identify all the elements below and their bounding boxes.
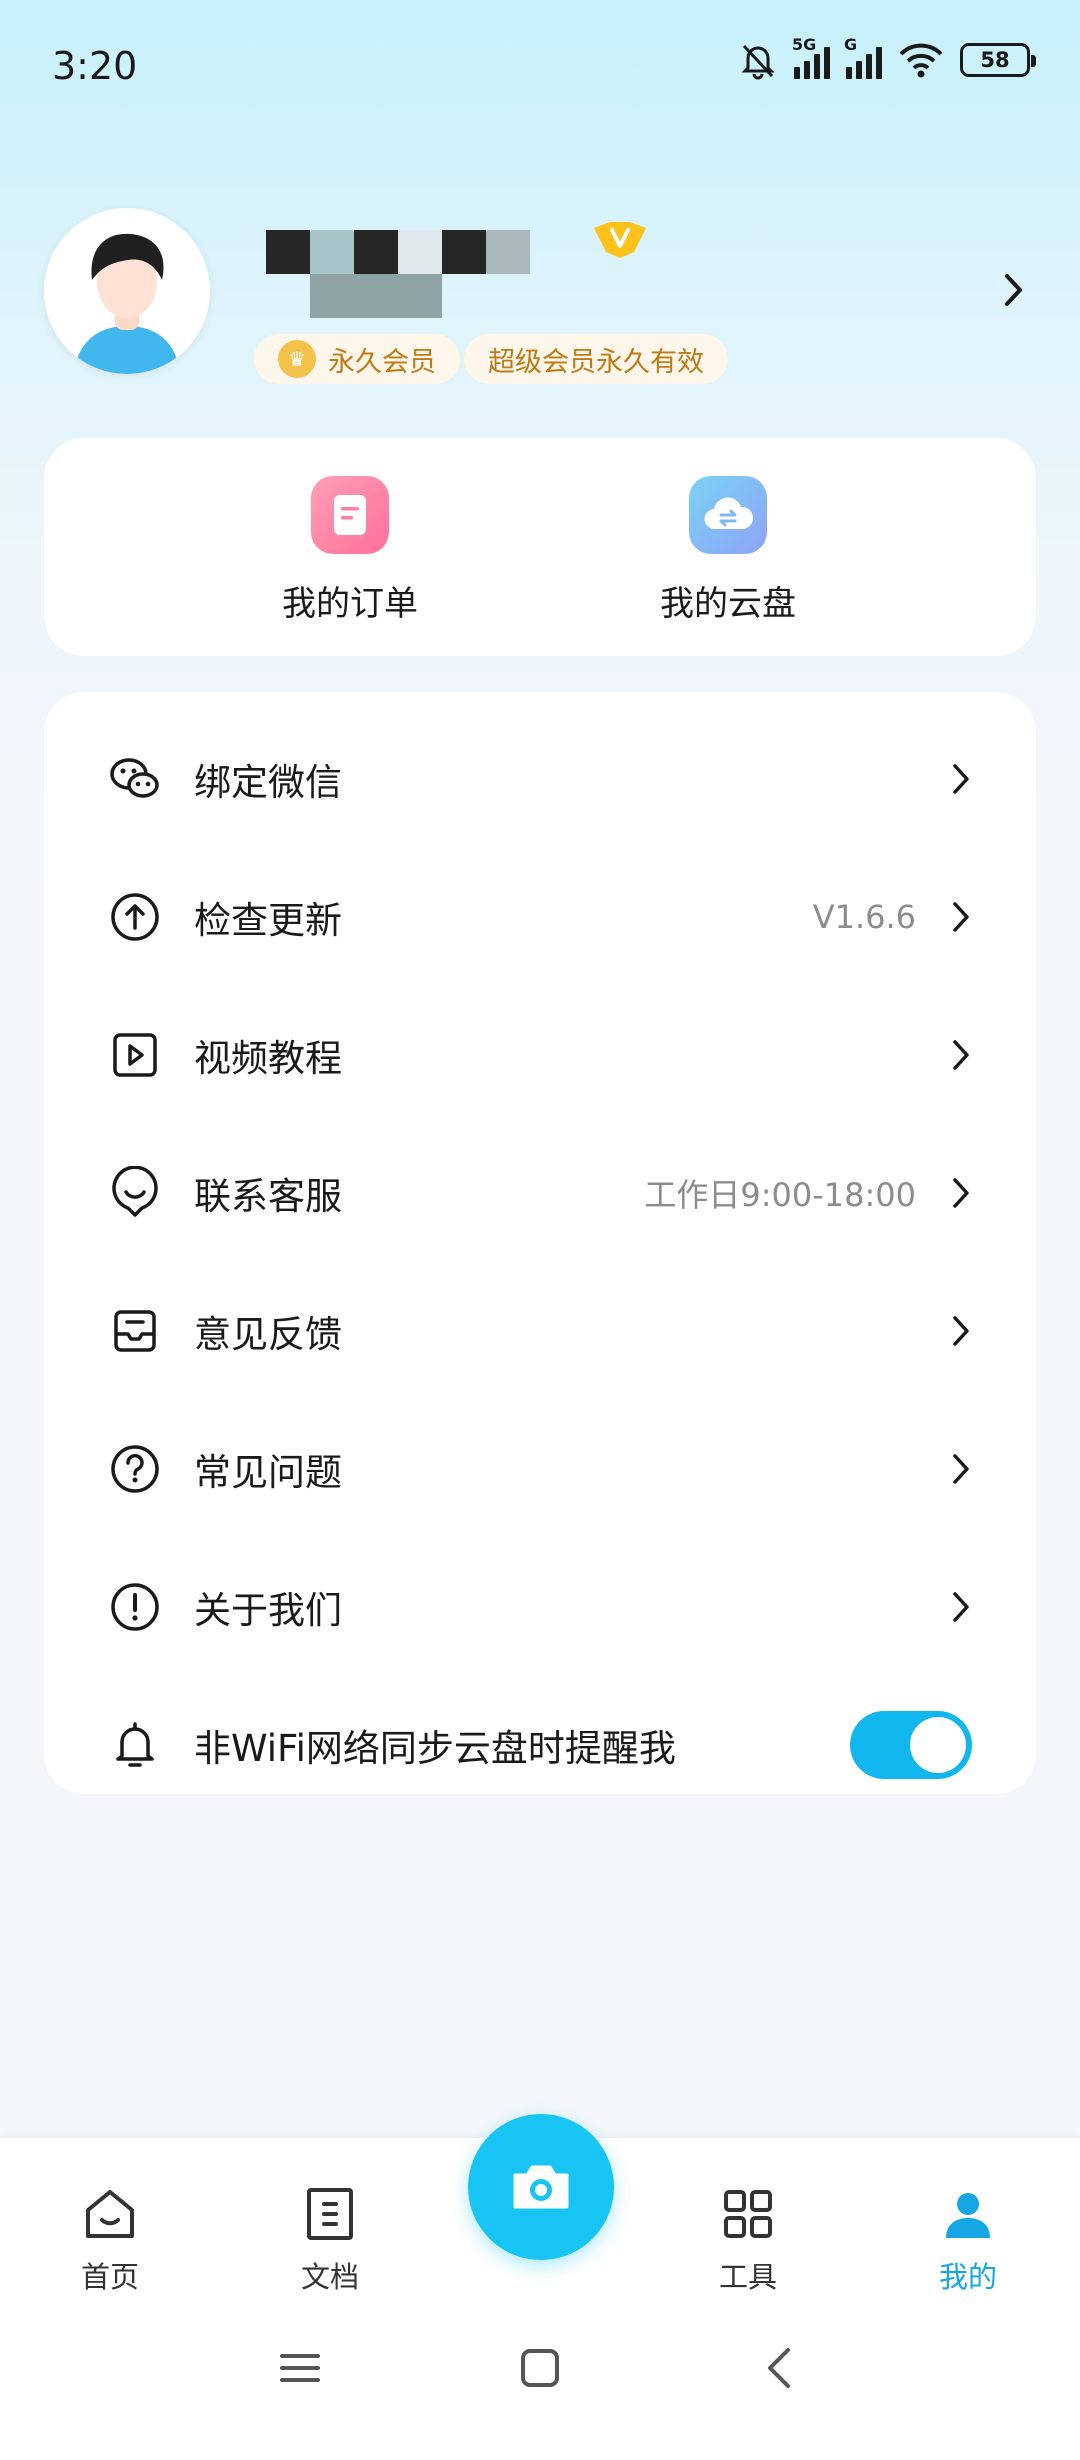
document-icon: [307, 2188, 353, 2240]
nav-label-home: 首页: [80, 2260, 139, 2294]
avatar-illustration: [44, 208, 210, 374]
camera-icon: [513, 2165, 569, 2209]
menu-item-wifi-reminder: 非WiFi网络同步云盘时提醒我: [44, 1676, 1036, 1814]
wifi-reminder-label: 非WiFi网络同步云盘时提醒我: [194, 1727, 676, 1770]
my-cloud-disk-label: 我的云盘: [660, 584, 796, 624]
customer-service-icon: [112, 1166, 158, 1217]
nav-label-documents: 文档: [300, 2260, 359, 2294]
cloud-disk-icon: [689, 476, 767, 554]
menu-label: 联系客服: [194, 1175, 342, 1218]
bell-icon: [116, 1722, 154, 1767]
video-icon: [113, 1033, 157, 1077]
nav-tab-documents[interactable]: 文档: [260, 2184, 400, 2304]
battery-indicator: 58: [960, 43, 1036, 77]
wifi-reminder-toggle[interactable]: [850, 1711, 972, 1779]
menu-label: 关于我们: [194, 1589, 342, 1632]
upload-circle-icon: [111, 893, 159, 941]
menu-label: 意见反馈: [194, 1313, 342, 1356]
menu-item-about-us[interactable]: 关于我们: [44, 1538, 1036, 1676]
signal-g-icon: G: [844, 35, 882, 79]
nav-tab-tools[interactable]: 工具: [678, 2184, 818, 2304]
wifi-icon: [899, 43, 943, 78]
menu-item-feedback[interactable]: 意见反馈: [44, 1262, 1036, 1400]
avatar[interactable]: [44, 208, 210, 374]
status-icons: 5G G 58: [738, 35, 1036, 80]
my-cloud-disk-button[interactable]: 我的云盘: [628, 476, 828, 636]
grid-icon: [724, 2190, 772, 2238]
nav-tab-home[interactable]: 首页: [40, 2184, 180, 2304]
profile-chevron-icon[interactable]: [998, 270, 1028, 310]
service-hours-value: 工作日9:00-18:00: [644, 1176, 916, 1214]
crown-icon: ♛: [278, 340, 316, 378]
menu-item-video-tutorial[interactable]: 视频教程: [44, 986, 1036, 1124]
nav-label-tools: 工具: [718, 2260, 777, 2294]
bell-muted-icon: [741, 44, 775, 80]
feedback-icon: [114, 1310, 156, 1352]
menu-item-faq[interactable]: 常见问题: [44, 1400, 1036, 1538]
order-icon: [311, 476, 389, 554]
super-member-badge: 超级会员永久有效: [464, 334, 728, 384]
permanent-member-badge: ♛ 永久会员: [254, 334, 460, 384]
member-badge-label: 永久会员: [328, 346, 436, 378]
username-mosaic: [266, 220, 530, 318]
menu-label: 常见问题: [194, 1451, 342, 1494]
menu-label: 检查更新: [194, 899, 342, 942]
status-bar: 3:20 5G G 58: [0, 0, 1080, 140]
toggle-knob: [910, 1717, 966, 1773]
chevron-right-icon: [953, 1316, 969, 1346]
profile-header[interactable]: ♛ 永久会员 超级会员永久有效: [44, 208, 1044, 388]
menu-item-bind-wechat[interactable]: 绑定微信: [44, 710, 1036, 848]
back-icon[interactable]: [750, 2338, 810, 2398]
network-g-label: G: [844, 35, 858, 54]
settings-menu: 绑定微信 检查更新 V1.6.6 视频教程 联系客服 工作日9:00-18:00: [44, 692, 1036, 1794]
chevron-right-icon: [953, 902, 969, 932]
my-orders-label: 我的订单: [282, 584, 418, 624]
chevron-right-icon: [953, 1454, 969, 1484]
home-square-icon[interactable]: [510, 2338, 570, 2398]
menu-icon[interactable]: [270, 2338, 330, 2398]
version-value: V1.6.6: [812, 898, 916, 936]
vip-diamond-icon: [594, 208, 646, 258]
my-orders-button[interactable]: 我的订单: [250, 476, 450, 636]
person-icon: [946, 2193, 990, 2238]
chevron-right-icon: [953, 1040, 969, 1070]
chevron-right-icon: [953, 764, 969, 794]
bottom-navigation: 首页 文档 工具 我的: [0, 2114, 1080, 2460]
menu-item-customer-service[interactable]: 联系客服 工作日9:00-18:00: [44, 1124, 1036, 1262]
wechat-icon: [110, 758, 159, 798]
camera-button[interactable]: [468, 2114, 614, 2260]
info-icon: [111, 1583, 159, 1631]
question-icon: [111, 1445, 159, 1493]
super-member-badge-label: 超级会员永久有效: [488, 346, 704, 378]
signal-5g-icon: 5G: [792, 35, 830, 79]
menu-label: 视频教程: [194, 1037, 342, 1080]
status-time: 3:20: [52, 44, 138, 88]
menu-label: 绑定微信: [194, 761, 342, 804]
chevron-right-icon: [953, 1592, 969, 1622]
chevron-right-icon: [953, 1178, 969, 1208]
home-icon: [86, 2190, 134, 2238]
quick-actions-card: 我的订单 我的云盘: [44, 438, 1036, 656]
menu-item-check-update[interactable]: 检查更新 V1.6.6: [44, 848, 1036, 986]
nav-label-mine: 我的: [938, 2260, 997, 2294]
nav-tab-mine[interactable]: 我的: [898, 2184, 1038, 2304]
network-5g-label: 5G: [792, 35, 817, 54]
